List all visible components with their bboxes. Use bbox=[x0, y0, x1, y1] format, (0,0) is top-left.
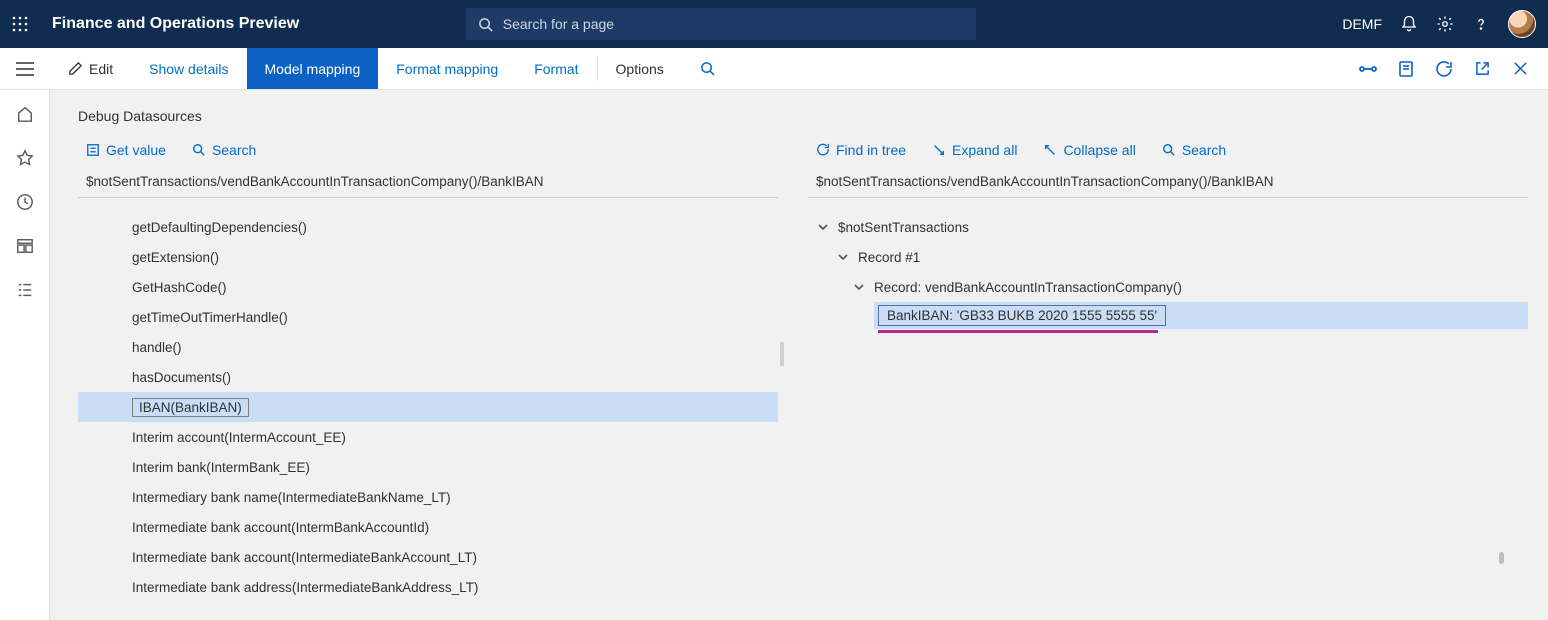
caret-down-icon[interactable] bbox=[816, 220, 830, 234]
workspaces-icon[interactable] bbox=[15, 236, 35, 256]
app-title: Finance and Operations Preview bbox=[52, 15, 299, 33]
format-tab[interactable]: Format bbox=[516, 48, 596, 89]
favorites-icon[interactable] bbox=[15, 148, 35, 168]
tree-row[interactable]: Interim bank(IntermBank_EE) bbox=[78, 452, 778, 482]
notification-icon[interactable] bbox=[1400, 15, 1418, 33]
tree-row-label: Interim bank(IntermBank_EE) bbox=[132, 460, 310, 475]
tree-row[interactable]: IBAN(BankIBAN) bbox=[78, 392, 778, 422]
tree-row-label: getExtension() bbox=[132, 250, 219, 265]
global-search-input[interactable] bbox=[503, 16, 964, 32]
left-search-button[interactable]: Search bbox=[192, 142, 256, 158]
right-path-display: $notSentTransactions/vendBankAccountInTr… bbox=[808, 168, 1528, 198]
model-mapping-tab[interactable]: Model mapping bbox=[247, 48, 379, 89]
gear-icon[interactable] bbox=[1436, 15, 1454, 33]
show-details-button[interactable]: Show details bbox=[131, 48, 246, 89]
tree-leaf-selected[interactable]: BankIBAN: 'GB33 BUKB 2020 1555 5555 55' bbox=[874, 302, 1528, 329]
get-value-button[interactable]: Get value bbox=[86, 142, 166, 158]
expand-all-button[interactable]: Expand all bbox=[932, 142, 1017, 158]
app-launcher-icon[interactable] bbox=[12, 16, 28, 32]
collapse-icon bbox=[1043, 143, 1057, 157]
refresh-icon[interactable] bbox=[1430, 55, 1458, 83]
command-bar: Edit Show details Model mapping Format m… bbox=[0, 48, 1548, 90]
hamburger-icon[interactable] bbox=[0, 48, 50, 89]
toolbar-search-button[interactable] bbox=[682, 48, 733, 89]
scrollbar-thumb[interactable] bbox=[1499, 552, 1504, 564]
search-icon bbox=[192, 143, 206, 157]
pencil-icon bbox=[68, 61, 83, 76]
tree-row[interactable]: Intermediary bank name(IntermediateBankN… bbox=[78, 482, 778, 512]
highlight-underline bbox=[878, 330, 1158, 333]
tree-row[interactable]: Intermediate bank account(IntermediateBa… bbox=[78, 542, 778, 572]
tree-row-label: GetHashCode() bbox=[132, 280, 227, 295]
connector-icon[interactable] bbox=[1354, 55, 1382, 83]
form-icon bbox=[86, 143, 100, 157]
format-mapping-tab[interactable]: Format mapping bbox=[378, 48, 516, 89]
tree-row[interactable]: Intermediate bank account(IntermBankAcco… bbox=[78, 512, 778, 542]
tree-row-label: Interim account(IntermAccount_EE) bbox=[132, 430, 346, 445]
close-button[interactable] bbox=[1506, 55, 1534, 83]
left-path-display: $notSentTransactions/vendBankAccountInTr… bbox=[78, 168, 778, 198]
popout-icon[interactable] bbox=[1468, 55, 1496, 83]
tree-row-label: handle() bbox=[132, 340, 182, 355]
left-tree: getDefaultingDependencies() getExtension(… bbox=[78, 198, 778, 602]
search-icon bbox=[478, 17, 493, 32]
tree-node-sub[interactable]: Record: vendBankAccountInTransactionComp… bbox=[808, 272, 1528, 302]
options-button[interactable]: Options bbox=[598, 48, 682, 89]
help-icon[interactable] bbox=[1472, 15, 1490, 33]
pane-splitter[interactable] bbox=[780, 342, 784, 366]
tree-row[interactable]: getDefaultingDependencies() bbox=[78, 212, 778, 242]
tree-leaf-value: BankIBAN: 'GB33 BUKB 2020 1555 5555 55' bbox=[878, 305, 1166, 326]
refresh-icon bbox=[816, 143, 830, 157]
left-nav-rail bbox=[0, 90, 50, 620]
right-search-button[interactable]: Search bbox=[1162, 142, 1226, 158]
tree-row-label: getDefaultingDependencies() bbox=[132, 220, 307, 235]
tree-row[interactable]: getExtension() bbox=[78, 242, 778, 272]
tree-row-label: IBAN(BankIBAN) bbox=[132, 398, 249, 417]
tree-row-label: hasDocuments() bbox=[132, 370, 231, 385]
tree-node-record[interactable]: Record #1 bbox=[808, 242, 1528, 272]
expand-icon bbox=[932, 143, 946, 157]
find-in-tree-button[interactable]: Find in tree bbox=[816, 142, 906, 158]
tree-row[interactable]: Interim account(IntermAccount_EE) bbox=[78, 422, 778, 452]
tree-node-root[interactable]: $notSentTransactions bbox=[808, 212, 1528, 242]
edit-button[interactable]: Edit bbox=[50, 48, 131, 89]
tree-row-label: Intermediary bank name(IntermediateBankN… bbox=[132, 490, 451, 505]
caret-down-icon[interactable] bbox=[836, 250, 850, 264]
tree-row-label: Intermediate bank account(IntermBankAcco… bbox=[132, 520, 429, 535]
page-title: Debug Datasources bbox=[78, 108, 1528, 124]
tree-row[interactable]: handle() bbox=[78, 332, 778, 362]
modules-icon[interactable] bbox=[15, 280, 35, 300]
tree-row[interactable]: GetHashCode() bbox=[78, 272, 778, 302]
right-tree: $notSentTransactions Record #1 Record: v… bbox=[808, 198, 1528, 333]
left-pane: Get value Search $notSentTransactions/ve… bbox=[78, 142, 778, 620]
global-header: Finance and Operations Preview DEMF bbox=[0, 0, 1548, 48]
tree-row[interactable]: getTimeOutTimerHandle() bbox=[78, 302, 778, 332]
tree-row-label: Intermediate bank address(IntermediateBa… bbox=[132, 580, 478, 595]
caret-down-icon[interactable] bbox=[852, 280, 866, 294]
tree-row[interactable]: Intermediate bank address(IntermediateBa… bbox=[78, 572, 778, 602]
tree-row[interactable]: hasDocuments() bbox=[78, 362, 778, 392]
home-icon[interactable] bbox=[15, 104, 35, 124]
tree-row-label: Intermediate bank account(IntermediateBa… bbox=[132, 550, 477, 565]
document-icon[interactable] bbox=[1392, 55, 1420, 83]
tree-row-label: getTimeOutTimerHandle() bbox=[132, 310, 288, 325]
user-avatar[interactable] bbox=[1508, 10, 1536, 38]
company-code[interactable]: DEMF bbox=[1342, 16, 1382, 32]
global-search[interactable] bbox=[466, 8, 976, 40]
search-icon bbox=[700, 61, 715, 76]
search-icon bbox=[1162, 143, 1176, 157]
recent-icon[interactable] bbox=[15, 192, 35, 212]
right-pane: Find in tree Expand all Collapse all Sea… bbox=[778, 142, 1528, 620]
collapse-all-button[interactable]: Collapse all bbox=[1043, 142, 1135, 158]
